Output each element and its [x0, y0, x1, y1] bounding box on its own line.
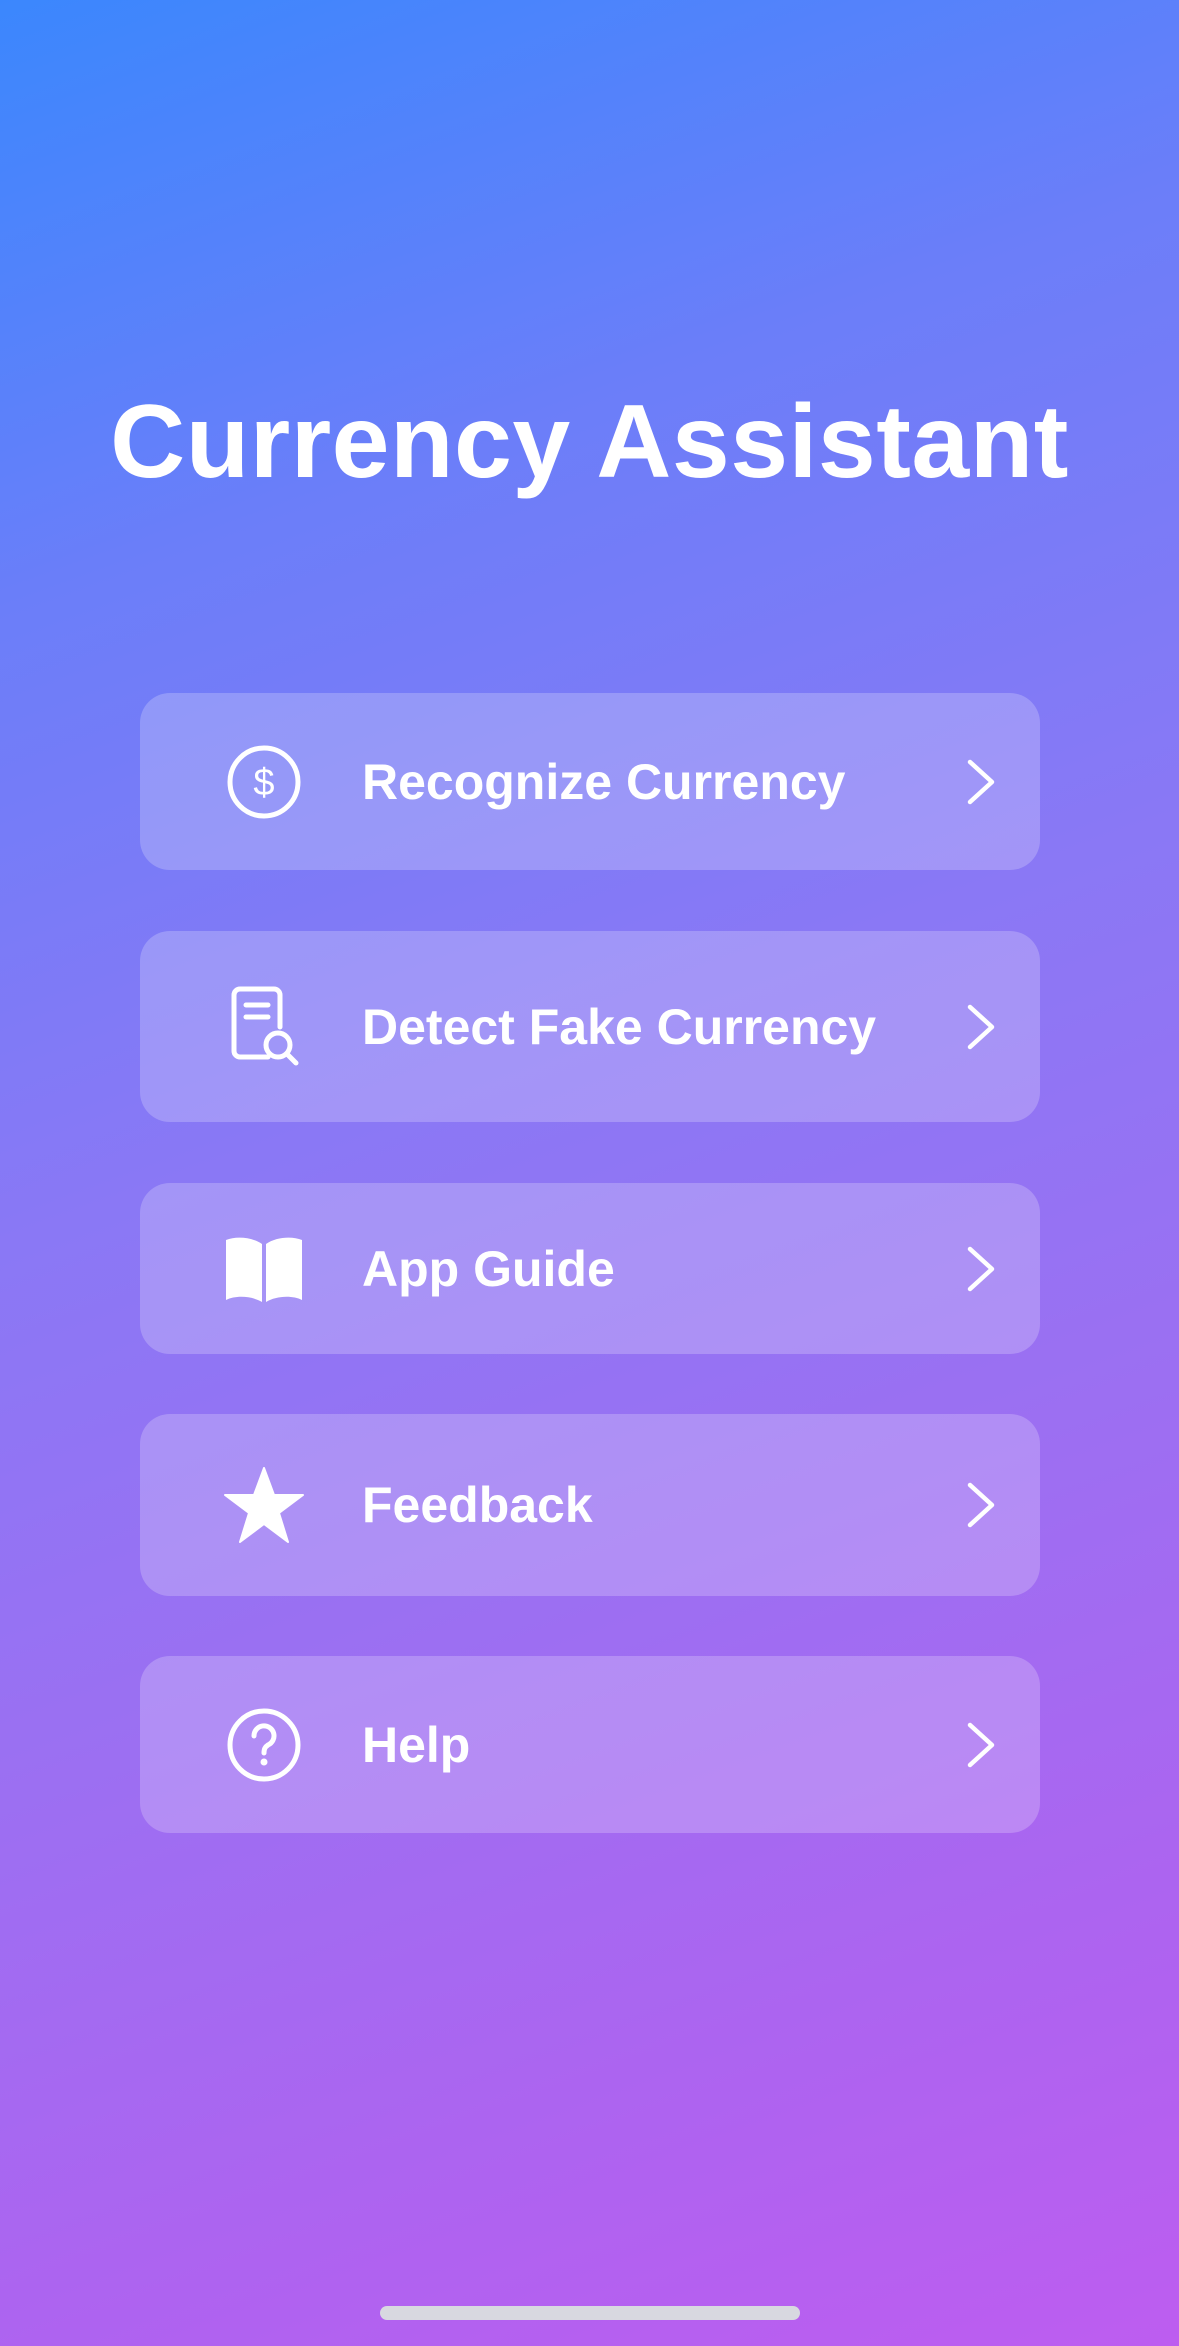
chevron-right-icon	[962, 1003, 998, 1051]
chevron-right-icon	[962, 758, 998, 806]
menu-item-label: Help	[362, 1716, 471, 1773]
star-icon	[222, 1463, 306, 1547]
menu-item-label: Detect Fake Currency	[362, 998, 877, 1055]
document-search-icon	[222, 985, 306, 1069]
menu-item-label: Feedback	[362, 1477, 593, 1533]
home-indicator[interactable]	[380, 2306, 800, 2320]
menu-item-label: Recognize Currency	[362, 753, 846, 810]
menu-item-detect-fake-currency[interactable]: Detect Fake Currency	[140, 931, 1040, 1122]
chevron-right-icon	[962, 1481, 998, 1529]
chevron-right-icon	[962, 1245, 998, 1293]
chevron-right-icon	[962, 1721, 998, 1769]
dollar-circle-icon: $	[222, 740, 306, 824]
svg-text:$: $	[253, 762, 274, 804]
menu-item-app-guide[interactable]: App Guide	[140, 1183, 1040, 1354]
book-icon	[222, 1227, 306, 1311]
menu-item-feedback[interactable]: Feedback	[140, 1414, 1040, 1596]
question-circle-icon	[222, 1703, 306, 1787]
menu-item-recognize-currency[interactable]: $ Recognize Currency	[140, 693, 1040, 870]
menu-item-help[interactable]: Help	[140, 1656, 1040, 1833]
menu-item-label: App Guide	[362, 1240, 615, 1297]
app-title: Currency Assistant	[110, 384, 1069, 500]
